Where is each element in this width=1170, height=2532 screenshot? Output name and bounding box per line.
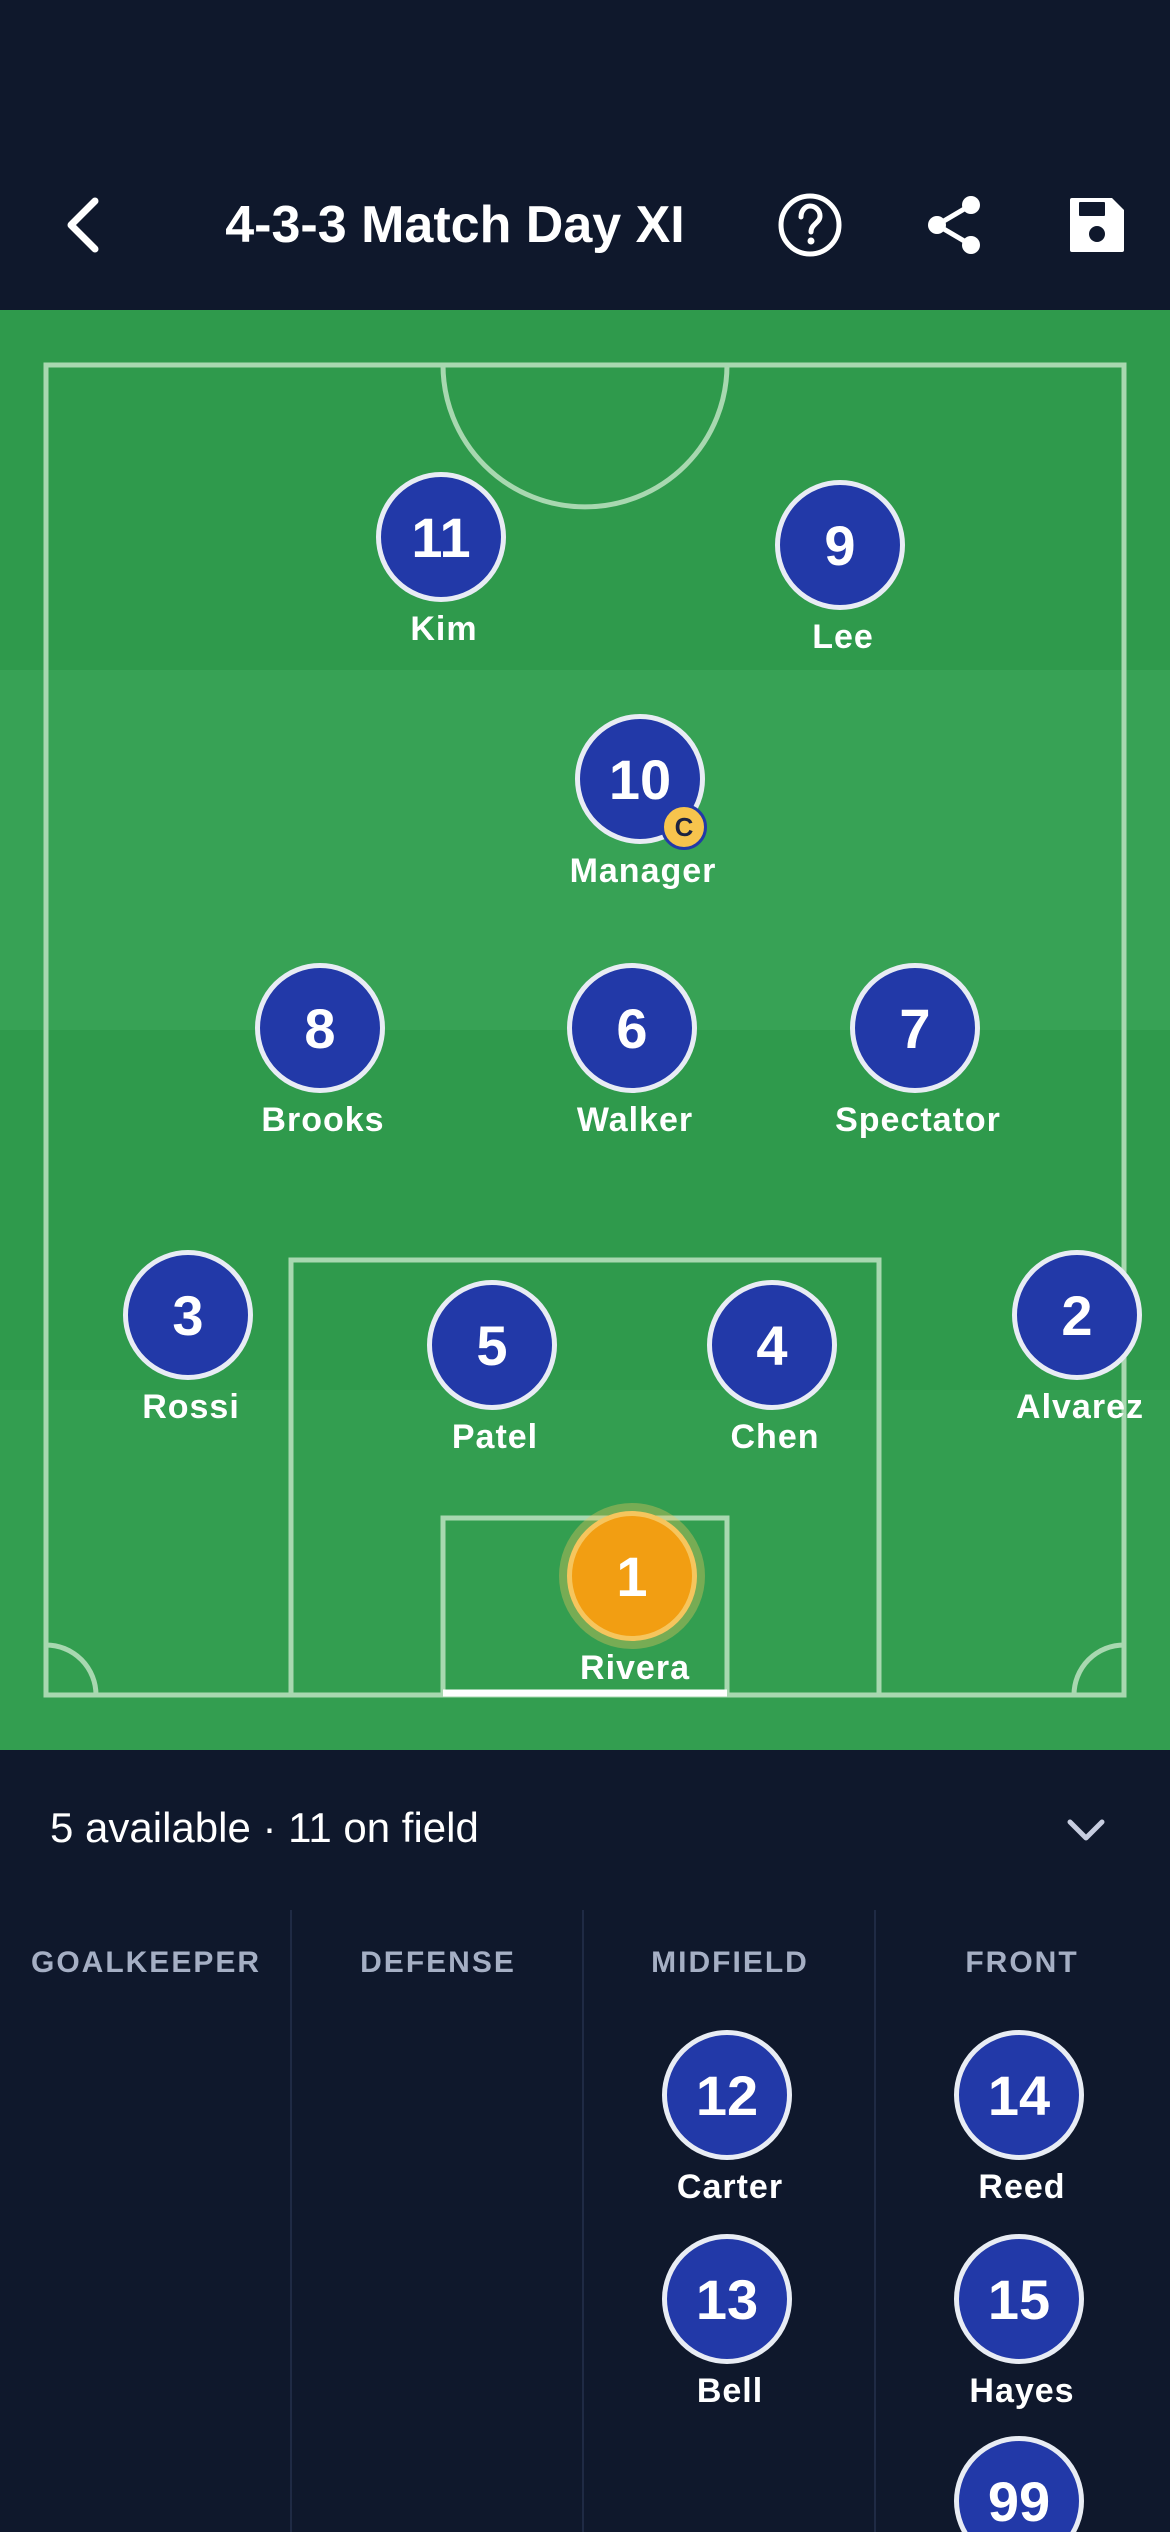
player-name: Hayes (969, 2372, 1075, 2410)
player-name: Walker (576, 1101, 694, 1139)
page-title: 4-3-3 Match Day XI (225, 196, 685, 254)
column-header: MIDFIELD (651, 1946, 809, 1979)
player-number: 2 (1012, 1250, 1142, 1380)
player-token-patel[interactable]: 5 Patel (405, 1280, 585, 1480)
bench-column-defense: DEFENSE (290, 1910, 584, 2532)
column-header: FRONT (965, 1946, 1079, 1979)
chevron-down-icon[interactable] (1060, 1808, 1112, 1852)
player-name: Rivera (580, 1649, 690, 1687)
player-token-spectator[interactable]: 7 Spectator (828, 963, 1008, 1163)
bench-player-99[interactable]: 99 (932, 2436, 1112, 2532)
bench-panel: 5 available · 11 on field GOALKEEPER DEF… (0, 1750, 1170, 2532)
player-number: 14 (954, 2030, 1084, 2160)
player-token-rossi[interactable]: 3 Rossi (101, 1250, 281, 1450)
lineup-screen: 4-3-3 Match Day XI 11 Kim 9 Lee 10 C Man… (0, 0, 1170, 2532)
player-number: 8 (255, 963, 385, 1093)
bench-summary[interactable]: 5 available · 11 on field (50, 1800, 479, 1856)
column-header: GOALKEEPER (30, 1946, 262, 1979)
player-number: 15 (954, 2234, 1084, 2364)
player-token-manager[interactable]: 10 C Manager (553, 714, 733, 914)
player-number: 5 (427, 1280, 557, 1410)
column-header: DEFENSE (360, 1946, 516, 1979)
bench-column-midfield: MIDFIELD 12 Carter 13 Bell (582, 1910, 876, 2532)
player-name: Lee (812, 618, 874, 656)
player-name: Reed (978, 2168, 1066, 2206)
player-name: Carter (676, 2168, 784, 2206)
player-number: 99 (954, 2436, 1084, 2532)
player-name: Spectator (835, 1101, 1001, 1139)
pitch: 11 Kim 9 Lee 10 C Manager 8 Brooks 6 Wal… (0, 310, 1170, 1750)
player-name: Alvarez (1016, 1388, 1144, 1426)
player-name: Chen (730, 1418, 820, 1456)
player-token-kim[interactable]: 11 Kim (354, 472, 534, 672)
player-name: Bell (696, 2372, 764, 2410)
player-name: Rossi (142, 1388, 240, 1426)
player-number: 6 (567, 963, 697, 1093)
player-name: Patel (451, 1418, 539, 1456)
question-circle-icon (778, 193, 842, 257)
bench-player-bell[interactable]: 13 Bell (640, 2234, 820, 2434)
player-token-walker[interactable]: 6 Walker (545, 963, 725, 1163)
player-name: Kim (410, 610, 478, 648)
player-number: 12 (662, 2030, 792, 2160)
player-number: 1 (567, 1511, 697, 1641)
player-number: 11 (376, 472, 506, 602)
chevron-left-icon (67, 197, 99, 253)
player-token-lee[interactable]: 9 Lee (753, 480, 933, 680)
top-bar: 4-3-3 Match Day XI (0, 0, 1170, 310)
player-name: Manager (569, 852, 717, 890)
captain-badge: C (661, 804, 707, 850)
share-button[interactable] (910, 180, 1000, 270)
bench-column-front: FRONT 14 Reed 15 Hayes 99 (874, 1910, 1168, 2532)
help-button[interactable] (765, 180, 855, 270)
player-name: Brooks (261, 1101, 385, 1139)
bench-column-goalkeeper: GOALKEEPER (0, 1910, 292, 2532)
player-number: 9 (775, 480, 905, 610)
floppy-disk-icon (1070, 198, 1124, 252)
player-token-rivera[interactable]: 1 Rivera (545, 1511, 725, 1711)
back-button[interactable] (40, 180, 130, 270)
player-token-alvarez[interactable]: 2 Alvarez (990, 1250, 1170, 1450)
player-number: 13 (662, 2234, 792, 2364)
bench-player-hayes[interactable]: 15 Hayes (932, 2234, 1112, 2434)
player-token-brooks[interactable]: 8 Brooks (233, 963, 413, 1163)
save-button[interactable] (1052, 180, 1142, 270)
share-icon (928, 196, 980, 254)
player-number: 3 (123, 1250, 253, 1380)
player-number: 4 (707, 1280, 837, 1410)
player-number: 7 (850, 963, 980, 1093)
bench-player-carter[interactable]: 12 Carter (640, 2030, 820, 2230)
bench-player-reed[interactable]: 14 Reed (932, 2030, 1112, 2230)
player-token-chen[interactable]: 4 Chen (685, 1280, 865, 1480)
